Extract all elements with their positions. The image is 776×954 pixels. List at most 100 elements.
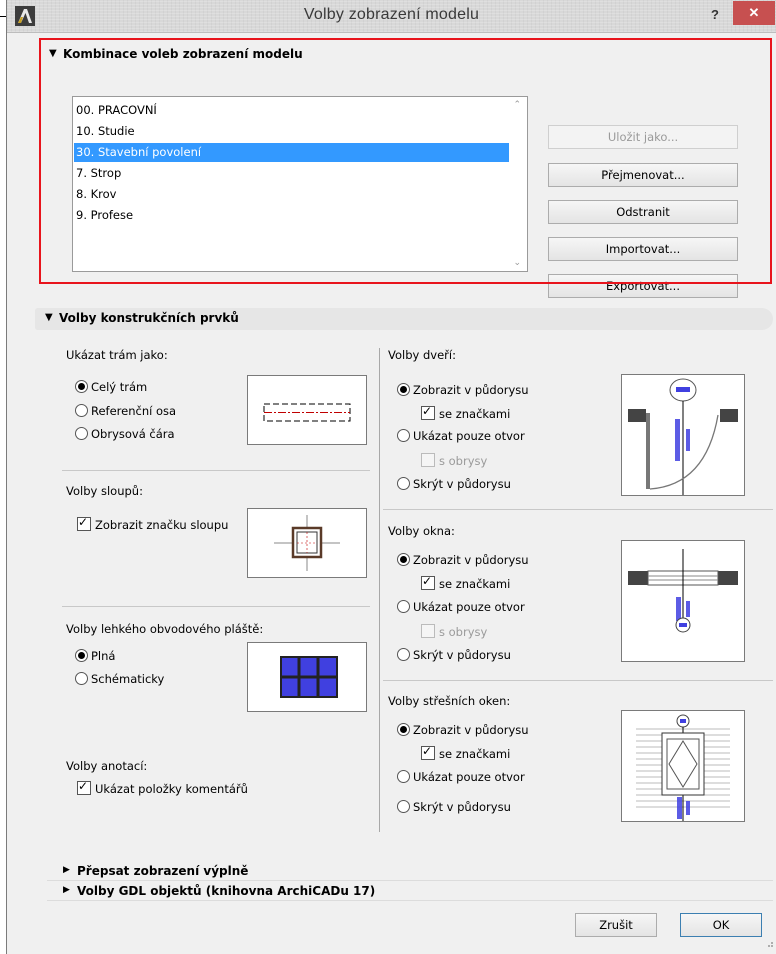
curtain-wall-preview-graphic <box>280 656 338 698</box>
show-comments-label: Ukázat položky komentářů <box>95 782 248 796</box>
door-show-in-plan-radio[interactable]: Zobrazit v půdorysu <box>397 383 529 401</box>
section-combinations-header[interactable]: ▼ Kombinace voleb zobrazení modelu <box>39 44 769 66</box>
door-with-outlines-checkbox[interactable]: s obrysy <box>421 453 487 471</box>
checkbox-disabled <box>421 624 435 638</box>
beam-outline-radio[interactable]: Obrysová čára <box>75 427 175 445</box>
scroll-down-icon[interactable]: ⌄ <box>513 258 521 268</box>
column-preview-graphic <box>274 515 340 571</box>
window-options-label: Volby okna: <box>388 524 455 538</box>
door-with-markers-checkbox[interactable]: se značkami <box>421 404 511 424</box>
expanded-arrow-icon: ▼ <box>45 312 53 323</box>
radio-selected <box>75 649 88 662</box>
beam-preview-graphic <box>263 403 351 422</box>
skylight-hide-in-plan-label: Skrýt v půdorysu <box>413 800 511 814</box>
list-item[interactable]: 8. Krov <box>74 185 509 204</box>
window-preview-graphic <box>628 549 738 633</box>
curtain-wall-schematic-radio[interactable]: Schématicky <box>75 672 164 690</box>
door-hide-in-plan-radio[interactable]: Skrýt v půdorysu <box>397 477 511 495</box>
skylight-preview <box>621 710 745 822</box>
collapsed-arrow-icon: ▶ <box>63 865 70 875</box>
title-bar: Volby zobrazení modelu ? ✕ <box>7 0 776 33</box>
radio-selected <box>75 380 88 393</box>
radio <box>397 477 410 490</box>
window-hide-in-plan-radio[interactable]: Skrýt v půdorysu <box>397 648 511 666</box>
checkbox-checked <box>421 744 435 760</box>
door-with-markers-label: se značkami <box>439 407 511 421</box>
curtain-wall-options-label: Volby lehkého obvodového pláště: <box>66 622 264 636</box>
beam-options-label: Ukázat trám jako: <box>66 348 168 362</box>
radio <box>75 404 88 417</box>
door-show-in-plan-label: Zobrazit v půdorysu <box>413 383 529 397</box>
skylight-show-in-plan-radio[interactable]: Zobrazit v půdorysu <box>397 723 529 741</box>
combinations-list[interactable]: 00. PRACOVNÍ 10. Studie 30. Stavební pov… <box>72 96 528 272</box>
skylight-with-markers-label: se značkami <box>439 747 511 761</box>
skylight-options-label: Volby střešních oken: <box>388 694 511 708</box>
radio <box>397 429 410 442</box>
beam-full-label: Celý trám <box>91 380 148 394</box>
beam-ref-axis-radio[interactable]: Referenční osa <box>75 404 176 422</box>
door-opening-only-radio[interactable]: Ukázat pouze otvor <box>397 429 525 447</box>
window-show-in-plan-radio[interactable]: Zobrazit v půdorysu <box>397 553 529 571</box>
list-item[interactable]: 7. Strop <box>74 164 509 183</box>
section-gdl-title: Volby GDL objektů (knihovna ArchiCADu 17… <box>77 884 376 898</box>
door-preview <box>621 374 745 496</box>
section-construction-title: Volby konstrukčních prvků <box>59 311 239 325</box>
curtain-wall-preview <box>247 642 367 712</box>
radio-selected <box>397 723 410 736</box>
show-column-symbol-checkbox[interactable]: Zobrazit značku sloupu <box>77 515 228 535</box>
dialog-window: Volby zobrazení modelu ? ✕ ▼ Kombinace v… <box>6 0 776 954</box>
expanded-arrow-icon: ▼ <box>49 48 57 59</box>
window-with-markers-label: se značkami <box>439 577 511 591</box>
cancel-button[interactable]: Zrušit <box>575 913 657 937</box>
window-hide-in-plan-label: Skrýt v půdorysu <box>413 648 511 662</box>
curtain-wall-solid-radio[interactable]: Plná <box>75 649 115 667</box>
list-item[interactable]: 9. Profese <box>74 206 509 225</box>
import-button[interactable]: Importovat... <box>548 237 738 261</box>
delete-button[interactable]: Odstranit <box>548 200 738 224</box>
curtain-wall-schematic-label: Schématicky <box>91 672 165 686</box>
section-override-header[interactable]: ▶ Přepsat zobrazení výplně <box>63 863 763 881</box>
section-construction-header[interactable]: ▼ Volby konstrukčních prvků <box>35 308 773 330</box>
resize-grip-icon[interactable] <box>764 938 774 948</box>
checkbox-checked <box>421 574 435 590</box>
section-gdl-header[interactable]: ▶ Volby GDL objektů (knihovna ArchiCADu … <box>63 883 763 901</box>
checkbox-checked <box>421 404 435 420</box>
ok-button[interactable]: OK <box>680 913 762 937</box>
beam-outline-label: Obrysová čára <box>91 427 175 441</box>
scroll-up-icon[interactable]: ⌃ <box>513 100 521 110</box>
door-hide-in-plan-label: Skrýt v půdorysu <box>413 477 511 491</box>
divider <box>62 606 370 607</box>
checkbox-disabled <box>421 453 435 467</box>
window-with-outlines-checkbox[interactable]: s obrysy <box>421 624 487 642</box>
beam-full-radio[interactable]: Celý trám <box>75 380 147 398</box>
window-show-in-plan-label: Zobrazit v půdorysu <box>413 553 529 567</box>
column-preview <box>247 508 367 578</box>
skylight-opening-only-radio[interactable]: Ukázat pouze otvor <box>397 770 525 788</box>
radio-selected <box>397 383 410 396</box>
rename-button[interactable]: Přejmenovat... <box>548 163 738 187</box>
section-override-title: Přepsat zobrazení výplně <box>77 864 249 878</box>
export-button[interactable]: Exportovat... <box>548 274 738 298</box>
list-item[interactable]: 00. PRACOVNÍ <box>74 101 509 120</box>
divider <box>47 880 773 881</box>
section-combinations-title: Kombinace voleb zobrazení modelu <box>63 47 303 61</box>
close-button[interactable]: ✕ <box>733 1 775 25</box>
show-comments-checkbox[interactable]: Ukázat položky komentářů <box>77 779 248 799</box>
column-divider <box>379 348 380 832</box>
radio <box>75 427 88 440</box>
list-item[interactable]: 10. Studie <box>74 122 509 141</box>
save-as-button[interactable]: Uložit jako... <box>548 125 738 149</box>
window-with-markers-checkbox[interactable]: se značkami <box>421 574 511 594</box>
list-item-selected[interactable]: 30. Stavební povolení <box>74 143 509 162</box>
skylight-hide-in-plan-radio[interactable]: Skrýt v půdorysu <box>397 800 511 818</box>
radio <box>397 648 410 661</box>
divider <box>47 900 773 901</box>
skylight-opening-only-label: Ukázat pouze otvor <box>413 770 525 784</box>
window-opening-only-radio[interactable]: Ukázat pouze otvor <box>397 600 525 618</box>
help-button[interactable]: ? <box>704 4 726 26</box>
beam-ref-axis-label: Referenční osa <box>91 404 177 418</box>
radio <box>397 770 410 783</box>
divider <box>383 509 773 510</box>
skylight-with-markers-checkbox[interactable]: se značkami <box>421 744 511 764</box>
door-preview-graphic <box>628 378 738 495</box>
